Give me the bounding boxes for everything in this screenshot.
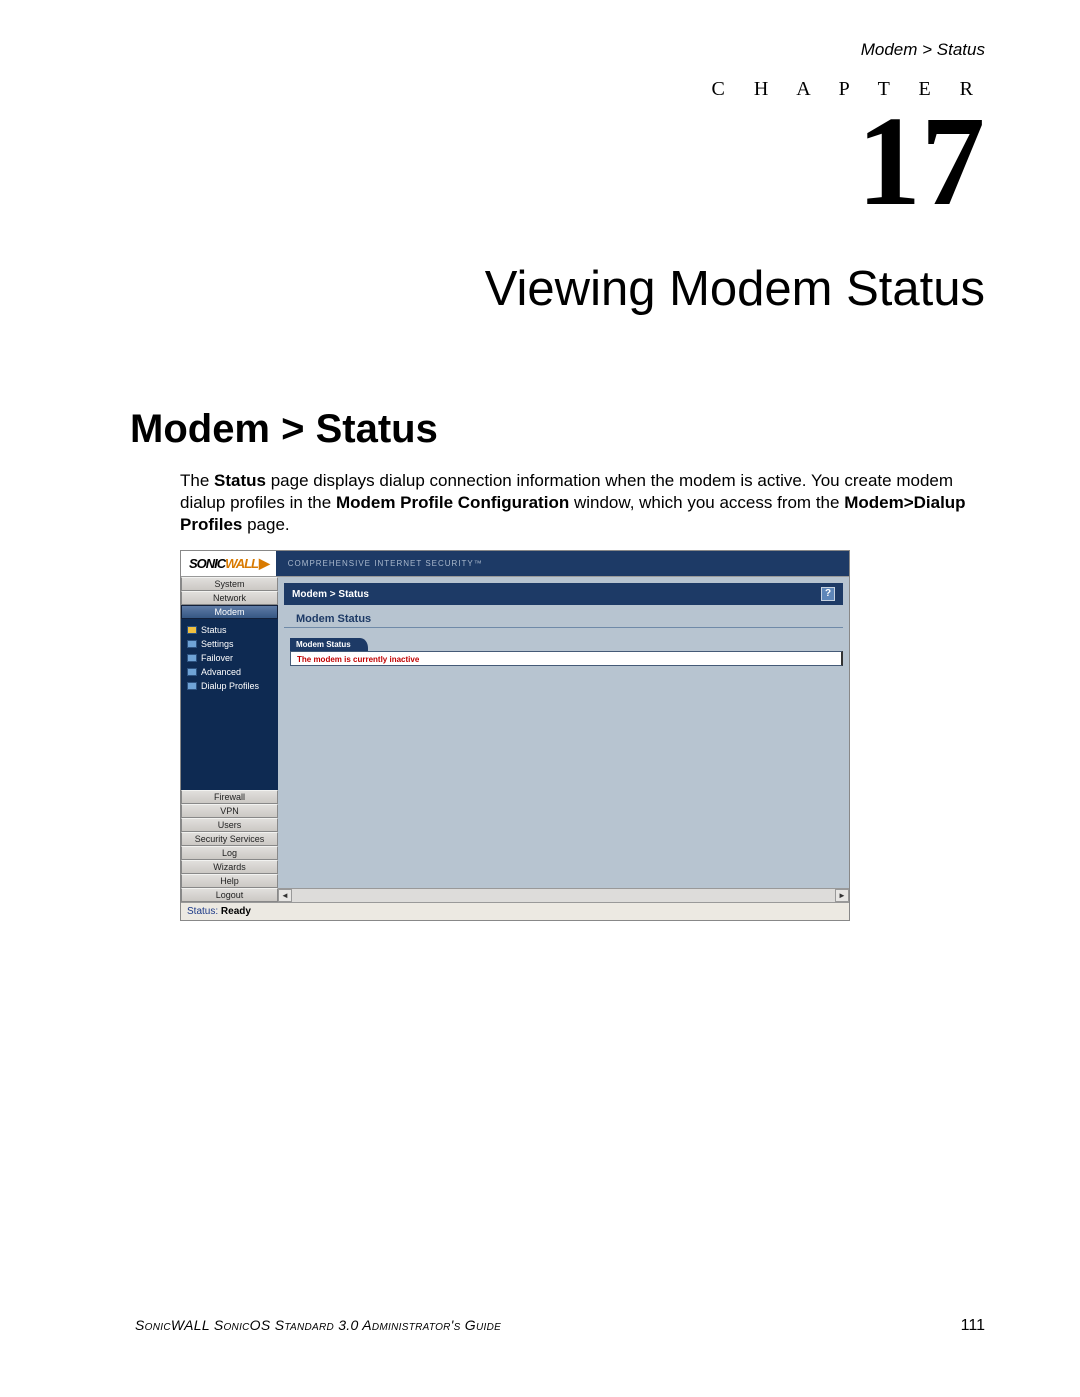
status-panel: Modem Status The modem is currently inac… <box>290 638 843 666</box>
subnav-status[interactable]: Status <box>187 623 278 637</box>
folder-icon <box>187 668 197 676</box>
chapter-number: 17 <box>135 97 985 225</box>
bold: Status <box>214 471 266 490</box>
content-breadcrumb: Modem > Status ? <box>284 583 843 605</box>
tagline: COMPREHENSIVE INTERNET SECURITY™ <box>276 551 849 576</box>
folder-icon <box>187 626 197 634</box>
status-value: Ready <box>221 906 251 917</box>
folder-icon <box>187 654 197 662</box>
breadcrumb-text: Modem > Status <box>292 589 369 600</box>
nav-system[interactable]: System <box>181 577 278 591</box>
scroll-right-icon[interactable]: ► <box>835 889 849 902</box>
embedded-screenshot: SONICWALL▶ COMPREHENSIVE INTERNET SECURI… <box>180 550 850 921</box>
scroll-left-icon[interactable]: ◄ <box>278 889 292 902</box>
subnav: Status Settings Failover Advanced Dialup… <box>181 619 278 790</box>
text: page. <box>242 515 289 534</box>
nav-help[interactable]: Help <box>181 874 278 888</box>
nav-logout[interactable]: Logout <box>181 888 278 902</box>
nav-users[interactable]: Users <box>181 818 278 832</box>
main-panel: Modem > Status ? Modem Status Modem Stat… <box>278 577 849 902</box>
page-number: 111 <box>961 1317 985 1335</box>
body-paragraph: The Status page displays dialup connecti… <box>180 470 985 536</box>
section-heading: Modem > Status <box>130 407 985 452</box>
bold: Modem Profile Configuration <box>336 493 569 512</box>
logo: SONICWALL▶ <box>181 551 276 576</box>
subnav-label: Advanced <box>201 667 241 677</box>
subnav-advanced[interactable]: Advanced <box>187 665 278 679</box>
sidebar: System Network Modem Status Settings Fai… <box>181 577 278 902</box>
content-heading: Modem Status <box>284 605 843 628</box>
status-label: Status: <box>187 906 218 917</box>
nav-vpn[interactable]: VPN <box>181 804 278 818</box>
horizontal-scrollbar[interactable]: ◄ ► <box>278 888 849 902</box>
logo-arrow-icon: ▶ <box>259 555 270 572</box>
subnav-failover[interactable]: Failover <box>187 651 278 665</box>
nav-security-services[interactable]: Security Services <box>181 832 278 846</box>
nav-network[interactable]: Network <box>181 591 278 605</box>
logo-part2: WALL <box>225 556 258 571</box>
folder-icon <box>187 640 197 648</box>
text: The <box>180 471 214 490</box>
subnav-settings[interactable]: Settings <box>187 637 278 651</box>
inactive-message: The modem is currently inactive <box>297 655 419 664</box>
panel-body: The modem is currently inactive <box>290 651 843 666</box>
nav-modem-active[interactable]: Modem <box>181 605 278 619</box>
app-topbar: SONICWALL▶ COMPREHENSIVE INTERNET SECURI… <box>181 551 849 577</box>
nav-log[interactable]: Log <box>181 846 278 860</box>
panel-tab: Modem Status <box>290 638 368 651</box>
help-icon[interactable]: ? <box>821 587 835 601</box>
header-breadcrumb: Modem > Status <box>135 40 985 60</box>
folder-icon <box>187 682 197 690</box>
subnav-label: Failover <box>201 653 233 663</box>
subnav-label: Settings <box>201 639 234 649</box>
chapter-title: Viewing Modem Status <box>135 261 985 317</box>
subnav-label: Status <box>201 625 227 635</box>
subnav-dialup-profiles[interactable]: Dialup Profiles <box>187 679 278 693</box>
logo-part1: SONIC <box>189 556 225 571</box>
page-footer: SonicWALL SonicOS Standard 3.0 Administr… <box>135 1317 985 1335</box>
nav-firewall[interactable]: Firewall <box>181 790 278 804</box>
text: window, which you access from the <box>569 493 844 512</box>
subnav-label: Dialup Profiles <box>201 681 259 691</box>
status-bar: Status: Ready <box>181 902 849 920</box>
nav-wizards[interactable]: Wizards <box>181 860 278 874</box>
footer-title: SonicWALL SonicOS Standard 3.0 Administr… <box>135 1317 501 1333</box>
